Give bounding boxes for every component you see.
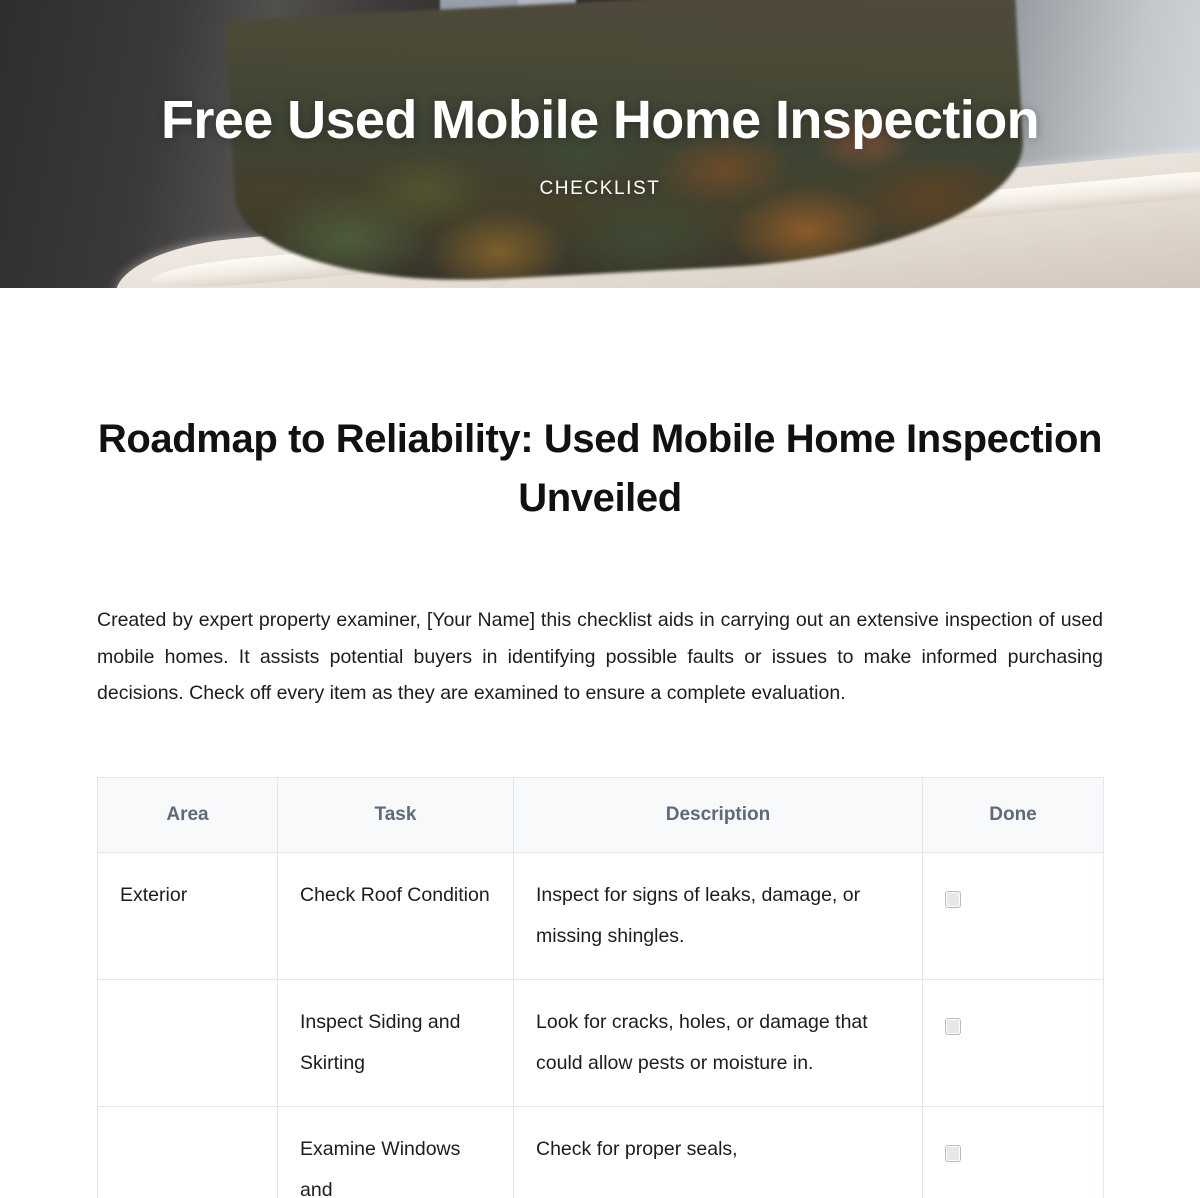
column-header-done[interactable]: Done [922, 776, 1104, 853]
table-row: Examine Windows and Check for proper sea… [97, 1105, 1104, 1198]
hero-title: Free Used Mobile Home Inspection [161, 90, 1040, 150]
table-row: Inspect Siding and Skirting Look for cra… [97, 978, 1104, 1107]
cell-description: Inspect for signs of leaks, damage, or m… [513, 851, 923, 980]
column-header-description[interactable]: Description [513, 776, 923, 853]
done-checkbox[interactable] [945, 1145, 961, 1163]
done-checkbox[interactable] [945, 891, 961, 909]
page-title: Roadmap to Reliability: Used Mobile Home… [97, 417, 1103, 521]
cell-task: Check Roof Condition [277, 851, 514, 980]
cell-area: Exterior [97, 851, 278, 980]
done-checkbox[interactable] [945, 1018, 961, 1036]
hero-banner: Free Used Mobile Home Inspection CHECKLI… [0, 0, 1200, 288]
cell-area [97, 978, 278, 1107]
column-header-area[interactable]: Area [97, 776, 278, 853]
hero-subtitle: CHECKLIST [539, 178, 661, 199]
cell-task: Examine Windows and [277, 1105, 514, 1198]
cell-area [97, 1105, 278, 1198]
cell-done [922, 1105, 1104, 1198]
cell-description: Check for proper seals, [513, 1105, 923, 1198]
checklist-table-wrapper: Area Task Description Done Exterior Chec… [97, 776, 1104, 1198]
checklist-table: Area Task Description Done Exterior Chec… [97, 776, 1104, 1198]
document-body: Roadmap to Reliability: Used Mobile Home… [0, 410, 1200, 1198]
table-header-row: Area Task Description Done [97, 776, 1104, 853]
table-row: Exterior Check Roof Condition Inspect fo… [97, 851, 1104, 980]
cell-task: Inspect Siding and Skirting [277, 978, 514, 1107]
cell-done [922, 851, 1104, 980]
cell-description: Look for cracks, holes, or damage that c… [513, 978, 923, 1107]
intro-paragraph: Created by expert property examiner, [Yo… [97, 609, 1103, 705]
cell-done [922, 978, 1104, 1107]
column-header-task[interactable]: Task [277, 776, 514, 853]
